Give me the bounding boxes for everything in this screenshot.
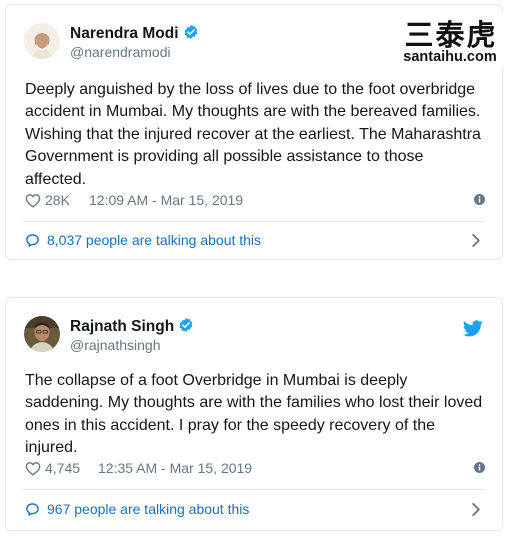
author-name-label: Rajnath Singh: [70, 318, 175, 335]
like-count: 28K: [45, 192, 70, 208]
tweet-text: Deeply anguished by the loss of lives du…: [25, 81, 481, 188]
tweet-header: Rajnath Singh @rajnathsingh: [24, 316, 484, 356]
heart-icon[interactable]: [25, 193, 41, 208]
tweet-card[interactable]: Rajnath Singh @rajnathsingh The collapse…: [5, 297, 503, 531]
verified-badge-icon: [179, 318, 193, 332]
tweet-meta: 4,745 12:35 AM - Mar 15, 2019: [25, 459, 485, 479]
avatar[interactable]: [24, 316, 60, 352]
twitter-bird-icon[interactable]: [463, 320, 483, 337]
talking-link[interactable]: 967 people are talking about this: [25, 500, 485, 520]
talking-count-label: 967 people are talking about this: [47, 501, 250, 517]
chevron-right-icon: [472, 233, 480, 248]
chevron-right-icon: [472, 502, 480, 517]
like-count: 4,745: [45, 460, 81, 476]
tweet-text: The collapse of a foot Overbridge in Mum…: [25, 372, 483, 457]
talking-link[interactable]: 8,037 people are talking about this: [25, 231, 485, 251]
divider: [23, 489, 485, 490]
watermark-chinese: 三泰虎: [404, 18, 498, 52]
info-icon[interactable]: [474, 462, 485, 473]
info-icon[interactable]: [474, 194, 485, 205]
author-handle[interactable]: @narendramodi: [70, 44, 171, 60]
author-name[interactable]: Narendra Modi: [70, 24, 199, 43]
speech-bubble-icon: [26, 234, 39, 247]
tweet-meta: 28K 12:09 AM - Mar 15, 2019: [25, 191, 485, 211]
timestamp[interactable]: 12:35 AM - Mar 15, 2019: [98, 460, 252, 476]
watermark-domain: santaihu.com: [403, 49, 497, 65]
author-handle[interactable]: @rajnathsingh: [70, 337, 161, 353]
heart-icon[interactable]: [25, 461, 41, 476]
author-name-label: Narendra Modi: [70, 25, 179, 42]
verified-badge-icon: [184, 25, 197, 39]
speech-bubble-icon: [26, 503, 39, 516]
talking-count-label: 8,037 people are talking about this: [47, 232, 262, 248]
timestamp[interactable]: 12:09 AM - Mar 15, 2019: [89, 192, 243, 208]
watermark: 三泰虎 santaihu.com: [396, 12, 508, 66]
author-name[interactable]: Rajnath Singh: [70, 317, 194, 336]
divider: [23, 221, 485, 222]
avatar[interactable]: [24, 23, 60, 59]
